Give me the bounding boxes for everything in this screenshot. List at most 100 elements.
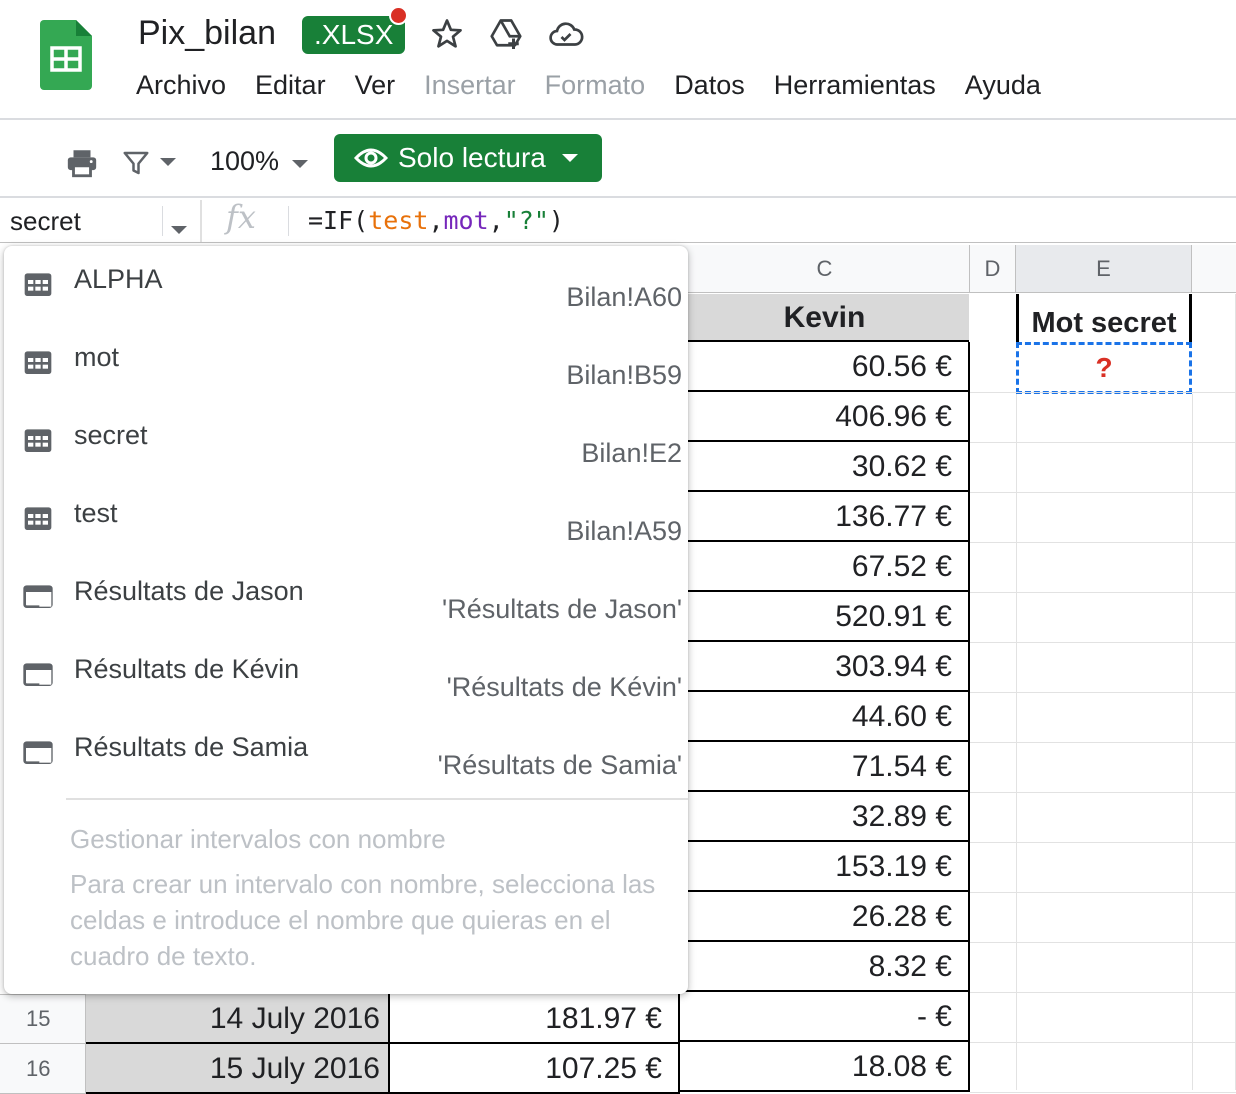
named-ranges-dropdown: ALPHA Bilan!A60 mot Bilan!B59 secret Bilan!E2…: [4, 246, 688, 994]
amount-cell[interactable]: 181.97 €: [390, 994, 680, 1044]
gridline: [970, 692, 1236, 693]
sheets-logo[interactable]: [40, 20, 92, 90]
gridline: [970, 542, 1236, 543]
formula-bar-bottom-border: [0, 242, 1236, 243]
menu-ver[interactable]: Ver: [355, 70, 396, 104]
move-to-drive-icon[interactable]: [488, 16, 524, 52]
selected-cell-e2[interactable]: ?: [1016, 342, 1192, 394]
named-range-reference: Bilan!B59: [566, 360, 682, 390]
formula-token: "?": [503, 206, 549, 235]
named-range-item[interactable]: ALPHA Bilan!A60: [4, 246, 688, 324]
eye-icon: [354, 148, 388, 168]
gridline: [970, 492, 1236, 493]
named-range-item[interactable]: Résultats de Kévin 'Résultats de Kévin': [4, 636, 688, 714]
menu-herramientas[interactable]: Herramientas: [774, 70, 936, 104]
named-range-reference: Bilan!E2: [581, 438, 682, 468]
gridline: [970, 992, 1236, 993]
row-header[interactable]: 15: [0, 994, 86, 1044]
menu-bar: Archivo Editar Ver Insertar Formato Datos Herr…: [136, 70, 1070, 104]
formula-token: ,: [488, 206, 504, 235]
zoom-select[interactable]: 100%: [210, 146, 279, 177]
read-only-label: Solo lectura: [398, 142, 546, 173]
menu-formato[interactable]: Formato: [545, 70, 646, 104]
named-range-reference: 'Résultats de Jason': [442, 594, 682, 624]
kevin-cell[interactable]: 30.62 €: [680, 442, 970, 492]
kevin-cell[interactable]: 18.08 €: [680, 1042, 970, 1092]
date-cell[interactable]: 14 July 2016: [86, 994, 390, 1044]
column-header-c[interactable]: C: [680, 245, 970, 293]
read-only-button[interactable]: Solo lectura: [334, 134, 602, 182]
filter-icon[interactable]: [121, 148, 151, 178]
named-range-name: Résultats de Jason: [74, 576, 304, 606]
kevin-cell[interactable]: 44.60 €: [680, 692, 970, 742]
kevin-cell[interactable]: 153.19 €: [680, 842, 970, 892]
name-box-value[interactable]: secret: [10, 206, 81, 237]
row-header-border: [0, 994, 86, 995]
table-icon: [24, 429, 52, 452]
date-cell[interactable]: 15 July 2016: [86, 1044, 390, 1094]
named-range-item[interactable]: Résultats de Samia 'Résultats de Samia': [4, 714, 688, 792]
menu-ayuda[interactable]: Ayuda: [965, 70, 1041, 104]
kevin-cell[interactable]: 60.56 €: [680, 342, 970, 392]
menu-editar[interactable]: Editar: [255, 70, 326, 104]
named-range-reference: Bilan!A59: [566, 516, 682, 546]
file-format-badge[interactable]: .XLSX: [302, 16, 406, 54]
menu-archivo[interactable]: Archivo: [136, 70, 226, 104]
cloud-saved-icon[interactable]: [548, 16, 584, 52]
named-range-item[interactable]: Résultats de Jason 'Résultats de Jason': [4, 558, 688, 636]
named-range-reference: Bilan!A60: [566, 282, 682, 312]
gridline: [970, 792, 1236, 793]
sheet-tab-icon: [23, 585, 53, 608]
header-kevin[interactable]: Kevin: [680, 294, 969, 342]
named-range-name: test: [74, 498, 118, 528]
formula-bar-divider: [200, 200, 202, 242]
print-icon[interactable]: [64, 146, 100, 180]
kevin-cell[interactable]: 26.28 €: [680, 892, 970, 942]
column-header-e[interactable]: E: [1016, 245, 1192, 293]
formula-input[interactable]: =IF(test,mot,"?"): [308, 206, 564, 235]
gridline: [970, 442, 1236, 443]
kevin-cell[interactable]: - €: [680, 992, 970, 1042]
kevin-cell[interactable]: 67.52 €: [680, 542, 970, 592]
named-range-reference: 'Résultats de Kévin': [446, 672, 682, 702]
header-mot-secret[interactable]: Mot secret: [1016, 294, 1192, 342]
fx-icon: fx: [226, 198, 256, 236]
kevin-cell[interactable]: 406.96 €: [680, 392, 970, 442]
kevin-cell[interactable]: 136.77 €: [680, 492, 970, 542]
kevin-cell[interactable]: 32.89 €: [680, 792, 970, 842]
formula-token: mot: [443, 206, 489, 235]
gridline: [1016, 394, 1017, 1090]
gridline: [970, 592, 1236, 593]
kevin-cell[interactable]: 520.91 €: [680, 592, 970, 642]
menu-insertar[interactable]: Insertar: [424, 70, 516, 104]
kevin-cell[interactable]: 71.54 €: [680, 742, 970, 792]
kevin-cell[interactable]: 8.32 €: [680, 942, 970, 992]
formula-token: ): [548, 206, 564, 235]
manage-named-ranges-link[interactable]: Gestionar intervalos con nombre: [70, 824, 446, 855]
column-header-d[interactable]: D: [970, 245, 1016, 293]
gridline: [970, 892, 1236, 893]
filter-dropdown-icon[interactable]: [160, 158, 176, 166]
star-icon[interactable]: [429, 16, 465, 52]
kevin-cell[interactable]: 303.94 €: [680, 642, 970, 692]
sheet-tab-icon: [23, 741, 53, 764]
formula-token: ,: [428, 206, 444, 235]
column-header-f[interactable]: [1192, 245, 1236, 293]
menu-datos[interactable]: Datos: [674, 70, 745, 104]
row-header[interactable]: 16: [0, 1044, 86, 1094]
named-range-item[interactable]: mot Bilan!B59: [4, 324, 688, 402]
named-range-item[interactable]: test Bilan!A59: [4, 480, 688, 558]
amount-cell[interactable]: 107.25 €: [390, 1044, 680, 1094]
name-box-separator: [162, 206, 163, 236]
table-icon: [24, 351, 52, 374]
name-box-dropdown-icon[interactable]: [171, 226, 187, 234]
gridline: [970, 742, 1236, 743]
document-title[interactable]: Pix_bilan: [138, 14, 276, 53]
gridline: [970, 842, 1236, 843]
zoom-dropdown-icon[interactable]: [292, 160, 308, 168]
notification-dot: [389, 6, 408, 25]
named-range-name: secret: [74, 420, 148, 450]
named-range-item[interactable]: secret Bilan!E2: [4, 402, 688, 480]
formula-token: test: [368, 206, 429, 235]
named-range-name: Résultats de Kévin: [74, 654, 300, 684]
